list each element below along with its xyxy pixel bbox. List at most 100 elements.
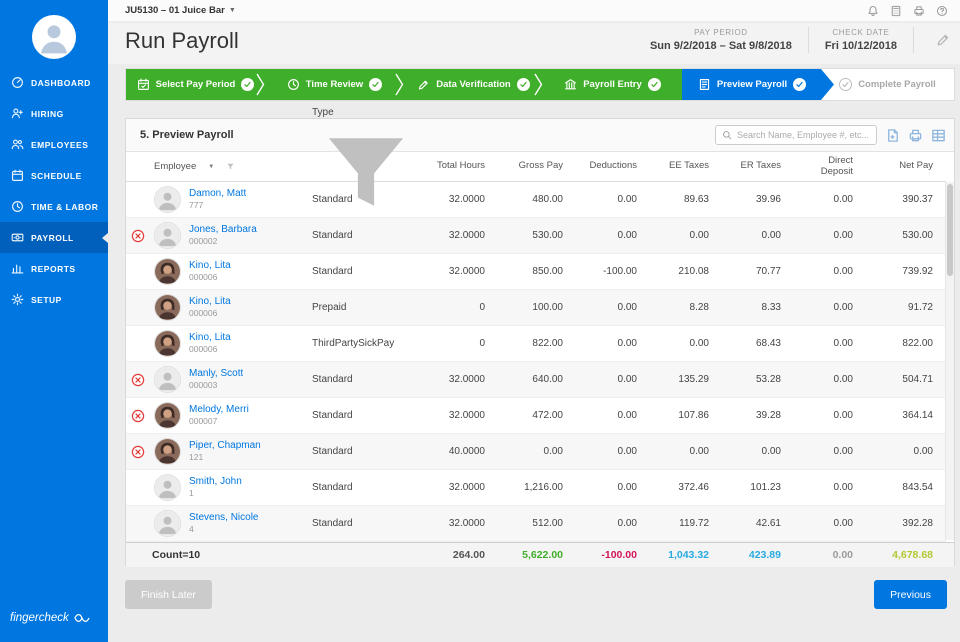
er-taxes: 0.00 xyxy=(761,445,781,457)
step-time-review[interactable]: Time Review xyxy=(265,69,404,100)
employee-name-link[interactable]: Jones, Barbara xyxy=(189,224,257,237)
search-input[interactable] xyxy=(737,130,870,140)
scrollbar-thumb[interactable] xyxy=(947,184,953,276)
grid-icon[interactable] xyxy=(931,128,946,143)
sidebar-item-dashboard[interactable]: DASHBOARD xyxy=(0,67,108,98)
sidebar-item-employees[interactable]: EMPLOYEES xyxy=(0,129,108,160)
divider xyxy=(913,27,914,53)
error-icon[interactable] xyxy=(131,445,145,459)
calendar-icon xyxy=(137,78,150,91)
sort-icon[interactable]: ▼ xyxy=(208,164,214,170)
filter-funnel-icon[interactable] xyxy=(312,118,420,226)
table-row: Stevens, Nicole 4 Standard 32.0000 512.0… xyxy=(126,506,946,542)
employee-avatar xyxy=(154,510,181,537)
employee-avatar xyxy=(154,366,181,393)
gross-pay: 512.00 xyxy=(532,517,563,529)
sidebar-item-time-labor[interactable]: TIME & LABOR xyxy=(0,191,108,222)
table-header: Employee ▼ Type Total Hours Gross Pay Deducti… xyxy=(126,107,946,206)
column-header-net[interactable]: Net Pay xyxy=(866,160,946,172)
step-payroll-entry[interactable]: Payroll Entry xyxy=(543,69,682,100)
column-header-type[interactable]: Type xyxy=(312,107,420,226)
totals-gross: 5,622.00 xyxy=(522,548,563,561)
column-header-hours[interactable]: Total Hours xyxy=(420,160,498,172)
pay-period-label: PAY PERIOD xyxy=(694,28,748,37)
table-row: Kino, Lita 000006 Prepaid 0 100.00 0.00 … xyxy=(126,290,946,326)
check-date-block: CHECK DATE Fri 10/12/2018 xyxy=(821,28,901,52)
sidebar-item-payroll[interactable]: PAYROLL xyxy=(0,222,108,253)
net-pay: 822.00 xyxy=(902,337,933,349)
vertical-scrollbar[interactable] xyxy=(945,182,954,540)
error-icon[interactable] xyxy=(131,409,145,423)
ee-taxes: 0.00 xyxy=(689,229,709,241)
total-hours: 0 xyxy=(479,337,485,349)
edit-pencil-icon[interactable] xyxy=(936,33,950,47)
sidebar-item-hiring[interactable]: HIRING xyxy=(0,98,108,129)
export-icon[interactable] xyxy=(885,128,900,143)
user-avatar[interactable] xyxy=(32,15,76,59)
table-row: Kino, Lita 000006 Standard 32.0000 850.0… xyxy=(126,254,946,290)
table-row: Smith, John 1 Standard 32.0000 1,216.00 … xyxy=(126,470,946,506)
employee-name-link[interactable]: Stevens, Nicole xyxy=(189,512,258,525)
deductions: 0.00 xyxy=(617,337,637,349)
step-label: Time Review xyxy=(305,79,364,90)
calculator-icon[interactable] xyxy=(890,5,902,17)
gross-pay: 822.00 xyxy=(532,337,563,349)
employee-name-link[interactable]: Kino, Lita xyxy=(189,296,231,309)
employee-name-link[interactable]: Manly, Scott xyxy=(189,368,243,381)
print-icon[interactable] xyxy=(913,5,925,17)
direct-deposit: 0.00 xyxy=(833,301,853,313)
pay-type: Standard xyxy=(312,230,353,241)
deductions: 0.00 xyxy=(617,229,637,241)
notifications-icon[interactable] xyxy=(867,5,879,17)
employee-name-link[interactable]: Piper, Chapman xyxy=(189,440,261,453)
clock-icon xyxy=(11,200,24,213)
error-icon[interactable] xyxy=(131,229,145,243)
er-taxes: 53.28 xyxy=(755,373,781,385)
step-preview-payroll[interactable]: Preview Payroll xyxy=(682,69,834,100)
step-complete-payroll[interactable]: Complete Payroll xyxy=(821,69,954,100)
column-header-deductions[interactable]: Deductions xyxy=(576,160,650,172)
table-row: Piper, Chapman 121 Standard 40.0000 0.00… xyxy=(126,434,946,470)
pay-period-block: PAY PERIOD Sun 9/2/2018 – Sat 9/8/2018 xyxy=(646,28,796,52)
total-hours: 40.0000 xyxy=(448,445,485,457)
net-pay: 843.54 xyxy=(902,481,933,493)
step-select-pay-period[interactable]: Select Pay Period xyxy=(126,69,265,100)
er-taxes: 39.96 xyxy=(755,193,781,205)
net-pay: 0.00 xyxy=(913,445,933,457)
ee-taxes: 210.08 xyxy=(678,265,709,277)
print-icon[interactable] xyxy=(908,128,923,143)
column-header-ee[interactable]: EE Taxes xyxy=(650,160,722,172)
check-circle-icon xyxy=(241,78,255,91)
column-header-employee[interactable]: Employee ▼ xyxy=(150,161,312,172)
er-taxes: 8.33 xyxy=(761,301,781,313)
column-header-dd[interactable]: Direct Deposit xyxy=(794,155,866,178)
column-header-er[interactable]: ER Taxes xyxy=(722,160,794,172)
deductions: 0.00 xyxy=(617,445,637,457)
previous-button[interactable]: Previous xyxy=(874,580,947,609)
filter-funnel-icon[interactable] xyxy=(226,162,235,171)
pay-type: Standard xyxy=(312,482,353,493)
column-header-gross[interactable]: Gross Pay xyxy=(498,160,576,172)
divider xyxy=(807,27,809,53)
sidebar-item-label: SETUP xyxy=(31,294,62,305)
gear-icon xyxy=(11,293,24,306)
employee-name-link[interactable]: Damon, Matt xyxy=(189,188,246,201)
company-selector[interactable]: JU5130 – 01 Juice Bar ▼ xyxy=(125,5,236,16)
direct-deposit: 0.00 xyxy=(833,193,853,205)
sidebar-item-schedule[interactable]: SCHEDULE xyxy=(0,160,108,191)
employee-name-link[interactable]: Kino, Lita xyxy=(189,260,231,273)
totals-count: Count=10 xyxy=(152,549,201,561)
employee-avatar xyxy=(154,294,181,321)
employee-name-link[interactable]: Kino, Lita xyxy=(189,332,231,345)
error-icon[interactable] xyxy=(131,373,145,387)
table-row: Melody, Merri 000007 Standard 32.0000 47… xyxy=(126,398,946,434)
help-icon[interactable] xyxy=(936,5,948,17)
ee-taxes: 8.28 xyxy=(689,301,709,313)
step-data-verification[interactable]: Data Verification xyxy=(404,69,543,100)
sidebar-item-reports[interactable]: REPORTS xyxy=(0,253,108,284)
sidebar-item-setup[interactable]: SETUP xyxy=(0,284,108,315)
finish-later-button[interactable]: Finish Later xyxy=(125,580,212,609)
employee-name-link[interactable]: Melody, Merri xyxy=(189,404,249,417)
totals-hours: 264.00 xyxy=(452,548,485,561)
employee-name-link[interactable]: Smith, John xyxy=(189,476,242,489)
